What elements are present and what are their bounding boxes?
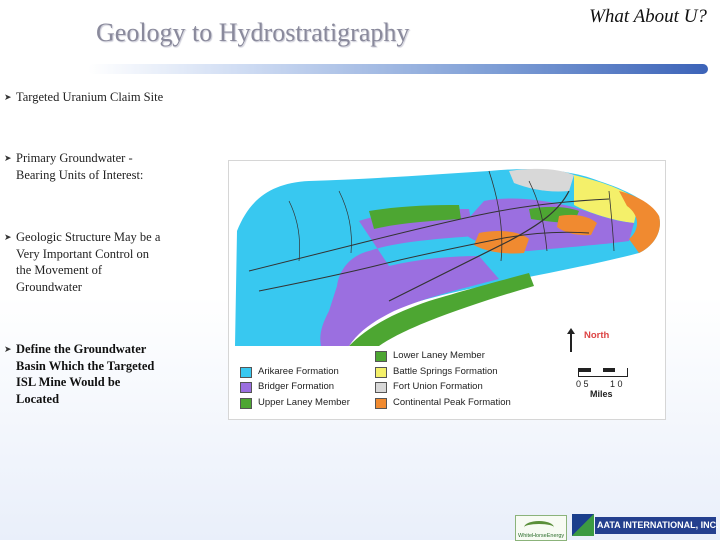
legend-label: Battle Springs Formation — [393, 366, 498, 377]
scale-bar — [578, 368, 628, 377]
legend-item-fort-union: Fort Union Formation — [375, 381, 483, 393]
legend-item-upper-laney: Upper Laney Member — [240, 397, 350, 409]
bullet-text: Geologic Structure May be a Very Importa… — [16, 230, 161, 294]
aata-logo: AATA INTERNATIONAL, INC. — [595, 517, 719, 534]
north-arrow-icon — [567, 328, 575, 352]
bullet-text: Define the Groundwater Basin Which the T… — [16, 342, 155, 406]
legend-item-battle-springs: Battle Springs Formation — [375, 366, 498, 378]
legend-item-lower-laney: Lower Laney Member — [375, 350, 485, 362]
legend-label: Lower Laney Member — [393, 350, 485, 361]
slide-title: Geology to Hydrostratigraphy — [96, 18, 410, 47]
bullet-item-emphasized: ➤ Define the Groundwater Basin Which the… — [4, 341, 164, 407]
legend-swatch — [240, 382, 252, 393]
aata-logo-mark-icon — [572, 514, 594, 536]
legend-swatch — [375, 382, 387, 393]
north-label: North — [584, 330, 610, 341]
bullet-text: Targeted Uranium Claim Site — [16, 90, 164, 104]
title-divider — [88, 64, 708, 74]
legend-item-bridger: Bridger Formation — [240, 381, 335, 393]
legend-swatch — [375, 367, 387, 378]
bullet-item: ➤ Geologic Structure May be a Very Impor… — [4, 229, 164, 295]
scale-segment — [579, 368, 591, 372]
side-note-question: What About U? — [589, 6, 707, 27]
bullet-item: ➤ Primary Groundwater -Bearing Units of … — [4, 150, 164, 183]
bullet-item: ➤ Targeted Uranium Claim Site — [4, 89, 164, 106]
scale-label-right: 1 0 — [610, 379, 623, 389]
arrow-bullet-icon: ➤ — [4, 92, 12, 102]
legend-label: Upper Laney Member — [258, 397, 350, 408]
legend-item-arikaree: Arikaree Formation — [240, 366, 339, 378]
scale-label-left: 0 5 — [576, 379, 589, 389]
legend-label: Arikaree Formation — [258, 366, 339, 377]
legend-swatch — [240, 367, 252, 378]
scale-unit-label: Miles — [590, 389, 613, 399]
legend-label: Continental Peak Formation — [393, 397, 511, 408]
logo-text: AATA INTERNATIONAL, INC. — [597, 520, 719, 530]
logo-text: WhiteHorseEnergy — [518, 533, 565, 539]
arrow-bullet-icon: ➤ — [4, 232, 12, 242]
arrow-bullet-icon: ➤ — [4, 344, 12, 354]
legend-item-continental-peak: Continental Peak Formation — [375, 397, 511, 409]
legend-swatch — [240, 398, 252, 409]
whitehorse-energy-logo: WhiteHorseEnergy — [515, 515, 567, 541]
bullet-text: Primary Groundwater -Bearing Units of In… — [16, 151, 144, 182]
legend-label: Fort Union Formation — [393, 381, 483, 392]
legend-swatch — [375, 351, 387, 362]
scale-segment — [603, 368, 615, 372]
arrow-bullet-icon: ➤ — [4, 153, 12, 163]
legend-swatch — [375, 398, 387, 409]
legend-label: Bridger Formation — [258, 381, 335, 392]
